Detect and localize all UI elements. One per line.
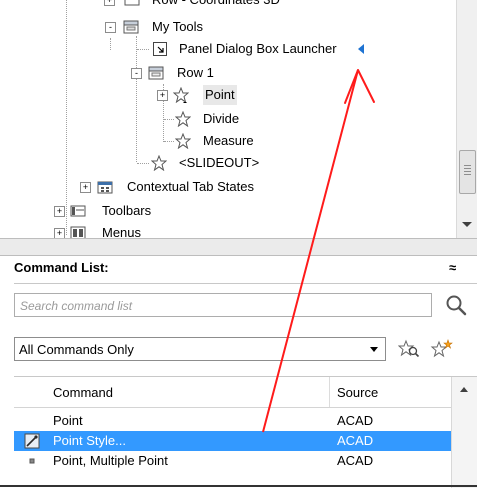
table-row-selected[interactable]: Point Style... ACAD: [14, 431, 451, 451]
grip-icon: [464, 165, 471, 177]
collapse-toggle[interactable]: -: [105, 22, 116, 33]
expand-toggle[interactable]: +: [104, 0, 115, 6]
command-name: Point: [53, 413, 83, 428]
command-source: ACAD: [337, 433, 374, 448]
scrollbar-thumb[interactable]: [459, 150, 476, 194]
scroll-down-arrow-icon[interactable]: [462, 222, 472, 227]
command-name: Point Style...: [53, 433, 126, 448]
divider: [14, 283, 477, 284]
tree-item-divide[interactable]: Divide: [0, 109, 456, 129]
column-separator[interactable]: [329, 377, 330, 407]
filter-selected-value: All Commands Only: [19, 342, 134, 357]
star-icon: [175, 133, 191, 149]
tree-item-panel-dialog-box-launcher[interactable]: Panel Dialog Box Launcher: [0, 39, 456, 59]
insertion-marker-icon: [358, 44, 364, 54]
expand-toggle[interactable]: +: [80, 182, 91, 193]
search-icon[interactable]: [444, 293, 468, 317]
command-name: Point, Multiple Point: [53, 453, 168, 468]
table-header: Command Source: [14, 377, 477, 408]
tree-item-row-coordinates-3d[interactable]: + Row - Coordinates 3D: [0, 0, 456, 10]
tree-item-contextual-tab-states[interactable]: + Contextual Tab States: [0, 177, 456, 197]
expand-toggle[interactable]: +: [157, 90, 168, 101]
tree-item-label: Panel Dialog Box Launcher: [179, 41, 337, 56]
dialog-launcher-icon: [153, 42, 167, 56]
multiple-point-icon: [29, 458, 35, 464]
tree-item-point[interactable]: + Point: [0, 85, 456, 105]
tree-item-label: Contextual Tab States: [127, 179, 254, 194]
star-icon: [173, 87, 189, 103]
expand-toggle[interactable]: +: [54, 206, 65, 217]
tree-item-my-tools[interactable]: - My Tools: [0, 17, 456, 37]
column-header-source[interactable]: Source: [337, 385, 378, 400]
tree-item-label: Toolbars: [102, 203, 152, 218]
tree-item-label: Row - Coordinates 3D: [152, 0, 280, 10]
tree-item-toolbars[interactable]: + Toolbars: [0, 201, 456, 221]
command-filter-dropdown[interactable]: All Commands Only: [14, 337, 386, 361]
tree-item-label: Divide: [203, 111, 240, 126]
search-input[interactable]: [18, 296, 427, 316]
collapse-panel-icon[interactable]: ≈: [449, 260, 456, 275]
tree-item-label: Measure: [203, 133, 254, 148]
tree-item-slideout[interactable]: <SLIDEOUT>: [0, 153, 456, 173]
tree-item-label: Row 1: [177, 65, 214, 80]
scroll-up-arrow-icon[interactable]: [460, 387, 468, 392]
tree-item-menus[interactable]: + Menus: [0, 223, 456, 238]
tree-item-label: Point: [203, 85, 237, 105]
column-header-command[interactable]: Command: [53, 385, 113, 400]
command-source: ACAD: [337, 413, 374, 428]
create-command-icon[interactable]: [430, 339, 454, 359]
command-list-title: Command List:: [14, 260, 109, 275]
panel-icon: [123, 20, 139, 34]
point-style-icon: [24, 433, 40, 449]
tree-item-label: My Tools: [152, 19, 204, 34]
search-field[interactable]: [14, 293, 432, 317]
find-command-icon[interactable]: [398, 339, 420, 359]
command-source: ACAD: [337, 453, 374, 468]
table-row[interactable]: Point ACAD: [14, 411, 451, 431]
chevron-down-icon[interactable]: [370, 347, 378, 352]
tree-item-row-1[interactable]: - Row 1: [0, 63, 456, 83]
tree-item-label: Menus: [102, 225, 142, 238]
menu-icon: [70, 226, 86, 238]
collapse-toggle[interactable]: -: [131, 68, 142, 79]
customization-tree[interactable]: + Row - Coordinates 3D - My Tools Panel …: [0, 0, 457, 238]
star-icon: [175, 111, 191, 127]
table-scrollbar[interactable]: [451, 377, 477, 488]
toolbar-icon: [70, 205, 86, 217]
tree-item-measure[interactable]: Measure: [0, 131, 456, 151]
command-table[interactable]: Command Source Point ACAD Point Style...…: [14, 376, 477, 488]
expand-toggle[interactable]: +: [54, 228, 65, 238]
table-row[interactable]: Point, Multiple Point ACAD: [14, 451, 451, 471]
contextual-tab-icon: [97, 181, 113, 194]
panel-splitter[interactable]: [0, 238, 477, 256]
tree-item-label: <SLIDEOUT>: [179, 155, 260, 170]
row-icon: [148, 66, 164, 80]
tree-scrollbar[interactable]: [456, 0, 477, 238]
star-icon: [151, 155, 167, 171]
row-icon: [124, 0, 140, 6]
